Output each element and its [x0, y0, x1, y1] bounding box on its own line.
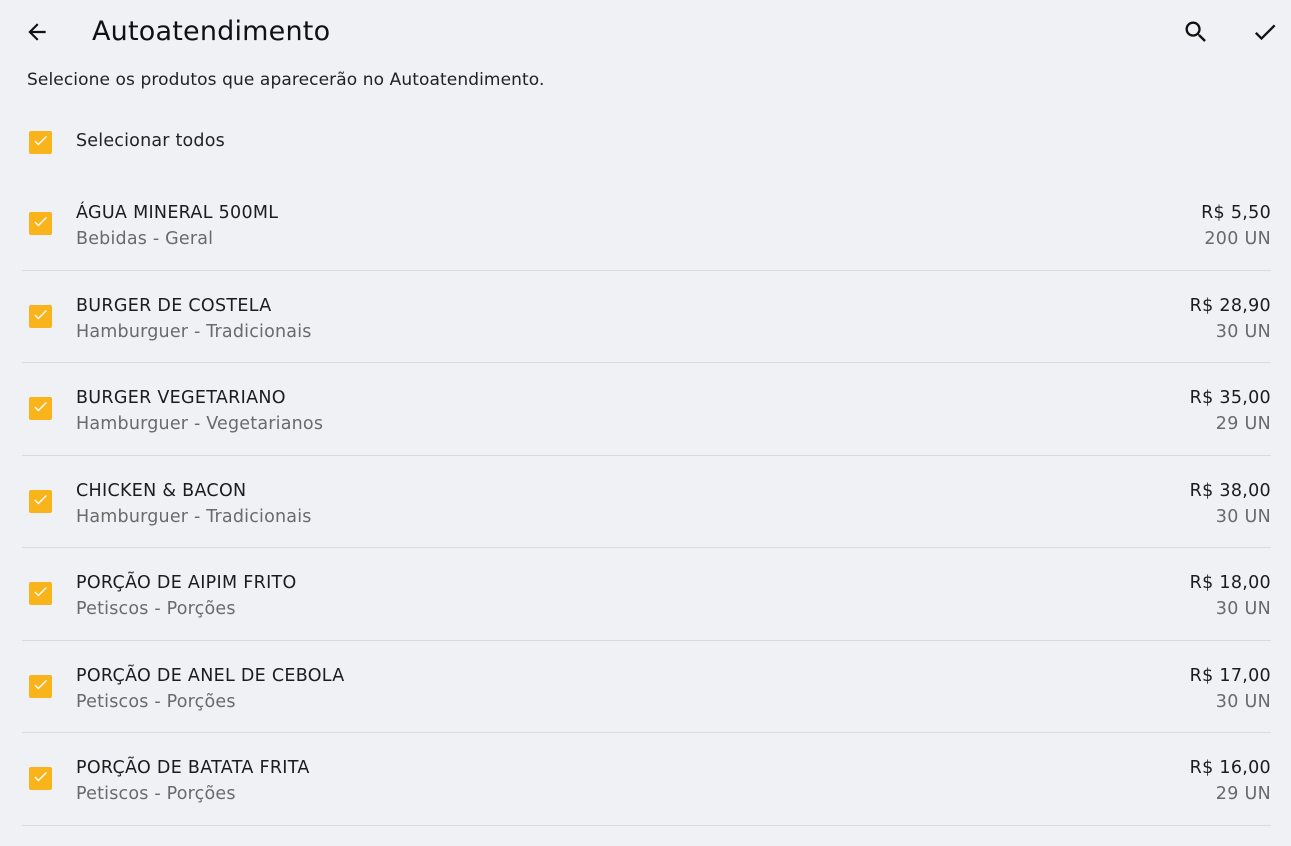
product-name: PORÇÃO DE BATATA FRITA	[76, 758, 310, 778]
checkmark-icon	[32, 213, 49, 234]
product-category: Petiscos - Porções	[76, 599, 236, 619]
product-category: Petiscos - Porções	[76, 691, 236, 712]
checkmark-icon	[32, 491, 49, 512]
checkmark-icon	[32, 583, 49, 604]
product-row[interactable]: BURGER DE COSTELA Hamburguer - Tradicion…	[22, 271, 1271, 363]
top-app-bar: Autoatendimento	[0, 0, 1291, 68]
arrow-back-icon	[24, 19, 50, 49]
product-stock: 30 UN	[1215, 599, 1271, 619]
product-checkbox[interactable]	[29, 397, 52, 420]
product-row[interactable]: BURGER VEGETARIANO Hamburguer - Vegetari…	[22, 363, 1271, 456]
product-stock: 29 UN	[1215, 784, 1271, 804]
product-category: Petiscos - Porções	[76, 784, 236, 804]
checkmark-icon	[32, 768, 49, 789]
checkmark-icon	[32, 676, 49, 697]
back-button[interactable]	[22, 19, 52, 49]
product-list: ÁGUA MINERAL 500ML Bebidas - Geral R$ 5,…	[0, 178, 1291, 826]
product-price: R$ 17,00	[1189, 665, 1271, 686]
product-name: PORÇÃO DE AIPIM FRITO	[76, 573, 297, 593]
check-icon	[1251, 18, 1279, 50]
product-row[interactable]: PORÇÃO DE AIPIM FRITO Petiscos - Porções…	[22, 548, 1271, 641]
product-name: ÁGUA MINERAL 500ML	[76, 203, 279, 223]
select-all-row[interactable]: Selecionar todos	[0, 120, 1291, 166]
checkmark-icon	[32, 398, 49, 419]
product-name: PORÇÃO DE ANEL DE CEBOLA	[76, 665, 345, 686]
instruction-text: Selecione os produtos que aparecerão no …	[27, 70, 545, 90]
product-row[interactable]: PORÇÃO DE ANEL DE CEBOLA Petiscos - Porç…	[22, 641, 1271, 733]
product-price: R$ 5,50	[1201, 203, 1271, 223]
product-checkbox[interactable]	[29, 304, 52, 328]
product-checkbox[interactable]	[29, 674, 52, 698]
product-category: Hamburguer - Tradicionais	[76, 321, 312, 342]
product-stock: 29 UN	[1215, 414, 1271, 434]
page-title: Autoatendimento	[92, 16, 331, 47]
product-price: R$ 35,00	[1189, 388, 1271, 408]
product-name: BURGER DE COSTELA	[76, 295, 272, 316]
product-row[interactable]: PORÇÃO DE BATATA FRITA Petiscos - Porçõe…	[22, 733, 1271, 826]
product-checkbox[interactable]	[29, 582, 52, 605]
search-icon	[1182, 18, 1210, 50]
checkmark-icon	[32, 132, 49, 153]
product-row[interactable]: CHICKEN & BACON Hamburguer - Tradicionai…	[22, 456, 1271, 548]
product-name: CHICKEN & BACON	[76, 480, 247, 501]
product-row[interactable]: ÁGUA MINERAL 500ML Bebidas - Geral R$ 5,…	[22, 178, 1271, 271]
confirm-button[interactable]	[1250, 19, 1280, 49]
product-stock: 30 UN	[1215, 506, 1271, 527]
product-category: Bebidas - Geral	[76, 229, 214, 249]
product-price: R$ 28,90	[1189, 295, 1271, 316]
product-checkbox[interactable]	[29, 767, 52, 790]
product-stock: 30 UN	[1215, 321, 1271, 342]
select-all-label: Selecionar todos	[76, 131, 225, 151]
search-button[interactable]	[1181, 19, 1211, 49]
product-category: Hamburguer - Vegetarianos	[76, 414, 324, 434]
select-all-checkbox[interactable]	[29, 131, 52, 154]
product-stock: 200 UN	[1204, 229, 1271, 249]
product-price: R$ 38,00	[1189, 480, 1271, 501]
product-category: Hamburguer - Tradicionais	[76, 506, 312, 527]
product-stock: 30 UN	[1215, 691, 1271, 712]
product-price: R$ 16,00	[1189, 758, 1271, 778]
product-checkbox[interactable]	[29, 212, 52, 235]
app-screen: Autoatendimento Selecione os produtos qu…	[0, 0, 1291, 846]
checkmark-icon	[32, 306, 49, 327]
product-price: R$ 18,00	[1189, 573, 1271, 593]
product-checkbox[interactable]	[29, 489, 52, 513]
product-name: BURGER VEGETARIANO	[76, 388, 286, 408]
